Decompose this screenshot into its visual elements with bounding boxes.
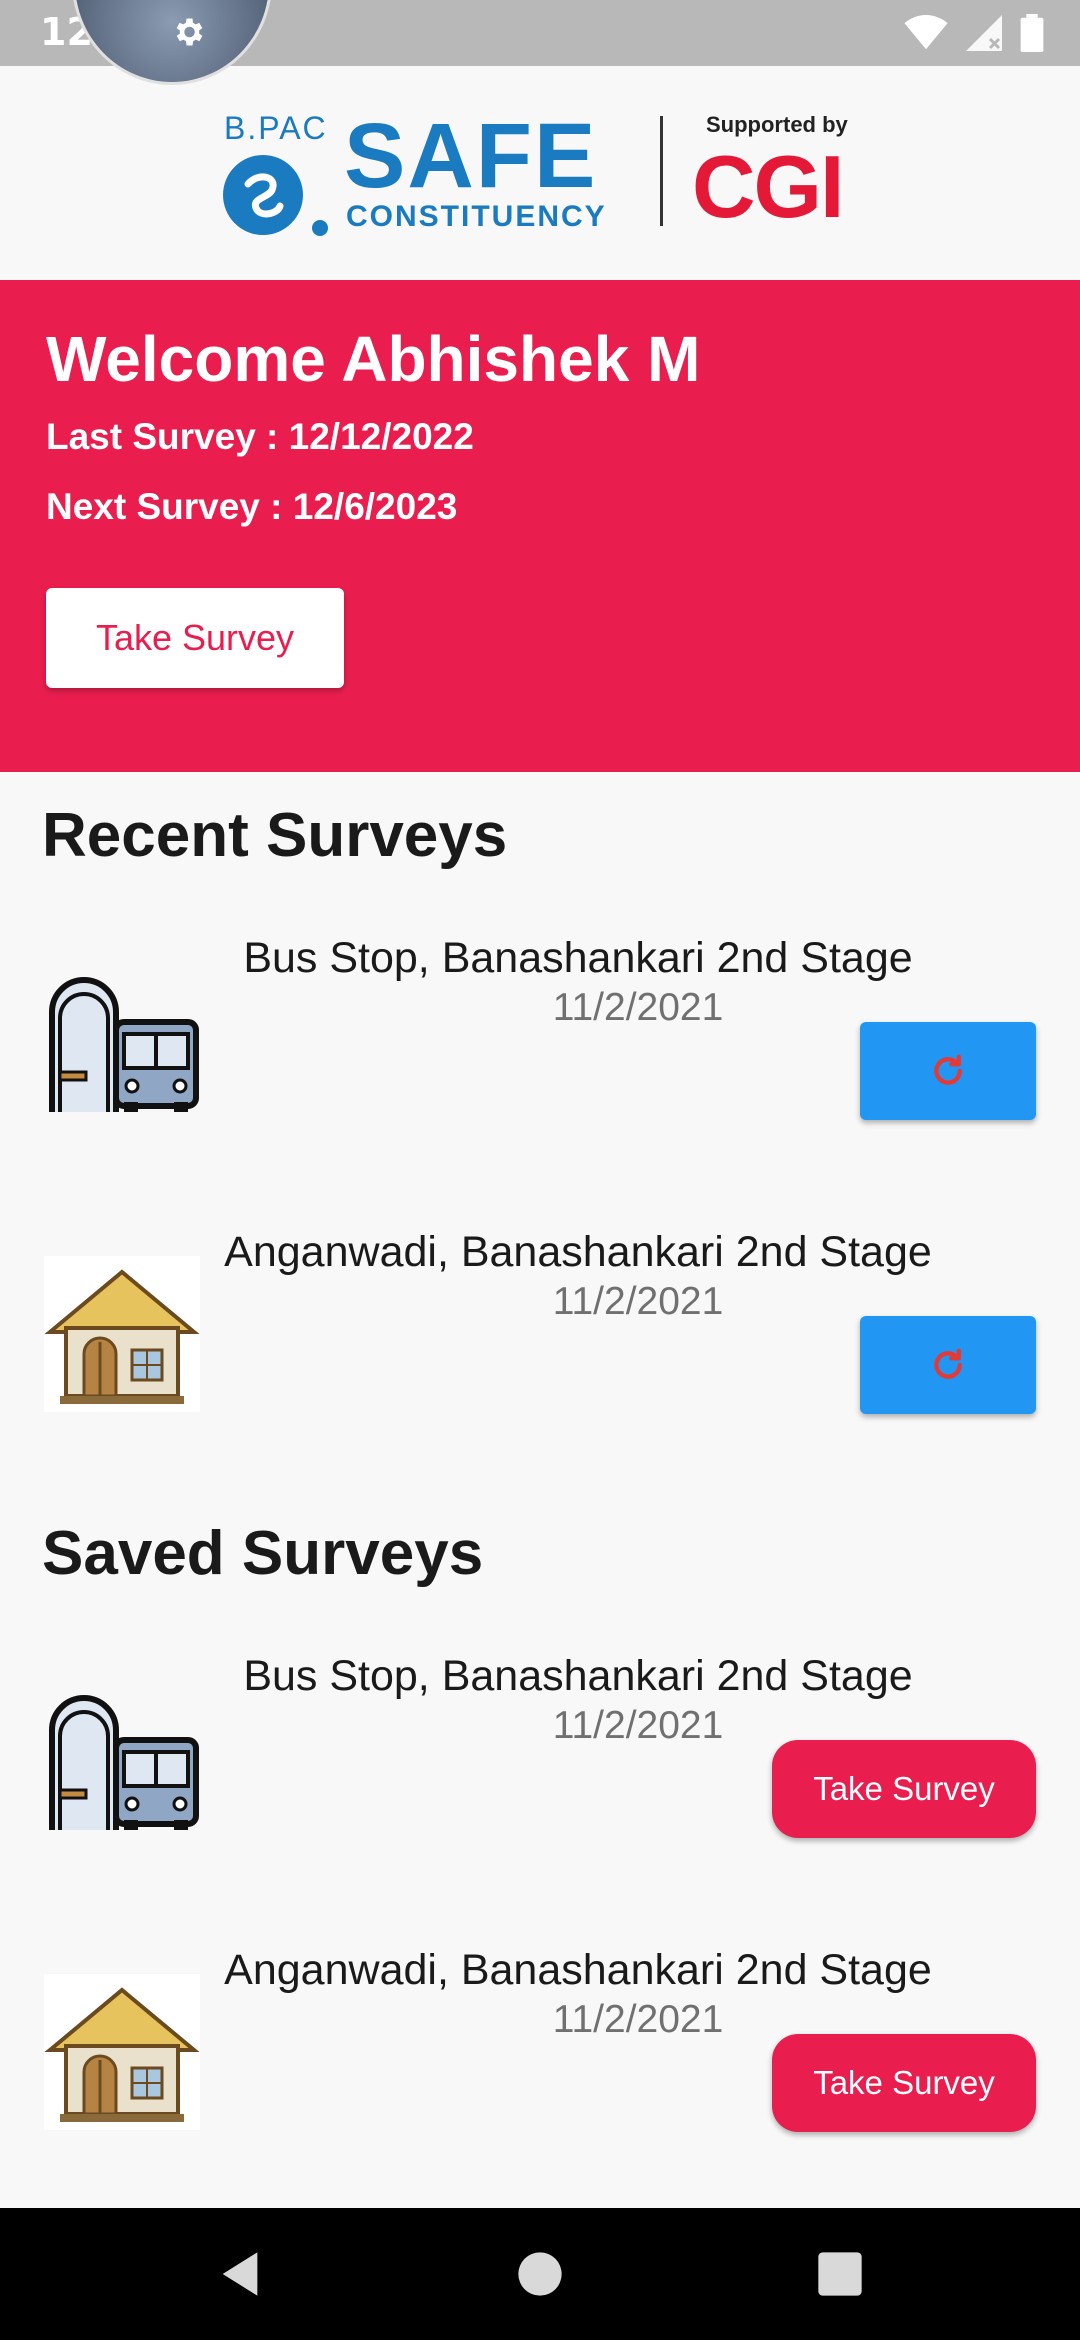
- logo-supported-by-text: Supported by: [706, 112, 848, 137]
- survey-place: Anganwadi, Banashankari 2nd Stage: [224, 1946, 932, 1994]
- next-survey-text: Next Survey : 12/6/2023: [46, 486, 458, 527]
- bus-stop-icon: [49, 1695, 199, 1830]
- app-header: B.PAC SAFE CONSTITUENCY Supported by CGI: [0, 66, 1080, 280]
- survey-place: Bus Stop, Banashankari 2nd Stage: [243, 1652, 913, 1700]
- recent-survey-item: Bus Stop, Banashankari 2nd Stage 11/2/20…: [0, 934, 1080, 1194]
- recents-icon[interactable]: [814, 2248, 866, 2300]
- anganwadi-icon: [44, 1974, 200, 2130]
- survey-place: Anganwadi, Banashankari 2nd Stage: [224, 1228, 932, 1276]
- logo-cgi-text: CGI: [692, 137, 844, 236]
- take-survey-button[interactable]: Take Survey: [46, 588, 344, 688]
- back-icon[interactable]: [214, 2248, 266, 2300]
- logo-constituency-text: CONSTITUENCY: [346, 200, 607, 233]
- signal-icon: [966, 15, 1002, 51]
- recent-surveys-title: Recent Surveys: [42, 801, 508, 870]
- app-logo: B.PAC SAFE CONSTITUENCY Supported by CGI: [222, 105, 862, 250]
- recent-survey-item: Anganwadi, Banashankari 2nd Stage 11/2/2…: [0, 1228, 1080, 1488]
- logo-mark-icon: [223, 155, 303, 235]
- retry-button[interactable]: [860, 1022, 1036, 1120]
- take-survey-button[interactable]: Take Survey: [772, 1740, 1036, 1838]
- status-icons: [904, 14, 1044, 52]
- welcome-banner: Welcome Abhishek M Last Survey : 12/12/2…: [0, 280, 1080, 772]
- saved-surveys-title: Saved Surveys: [42, 1519, 484, 1588]
- saved-survey-item: Anganwadi, Banashankari 2nd Stage 11/2/2…: [0, 1946, 1080, 2206]
- home-icon[interactable]: [514, 2248, 566, 2300]
- wifi-icon: [904, 15, 948, 50]
- retry-button[interactable]: [860, 1316, 1036, 1414]
- system-nav-bar: [0, 2208, 1080, 2340]
- logo-safe-text: SAFE: [344, 105, 598, 207]
- settings-gear-icon: [176, 18, 203, 46]
- status-bar: 12:51: [0, 0, 1080, 85]
- retry-icon: [934, 1054, 962, 1085]
- take-survey-button[interactable]: Take Survey: [772, 2034, 1036, 2132]
- survey-place: Bus Stop, Banashankari 2nd Stage: [243, 934, 913, 982]
- retry-icon: [934, 1348, 962, 1379]
- logo-dot: [312, 220, 328, 236]
- saved-survey-item: Bus Stop, Banashankari 2nd Stage 11/2/20…: [0, 1652, 1080, 1912]
- last-survey-text: Last Survey : 12/12/2022: [46, 416, 474, 457]
- bus-stop-icon: [49, 977, 199, 1112]
- logo-divider: [660, 116, 663, 226]
- logo-bpac-text: B.PAC: [224, 110, 328, 146]
- anganwadi-icon: [44, 1256, 200, 1412]
- battery-icon: [1020, 14, 1044, 52]
- welcome-title: Welcome Abhishek M: [46, 323, 701, 395]
